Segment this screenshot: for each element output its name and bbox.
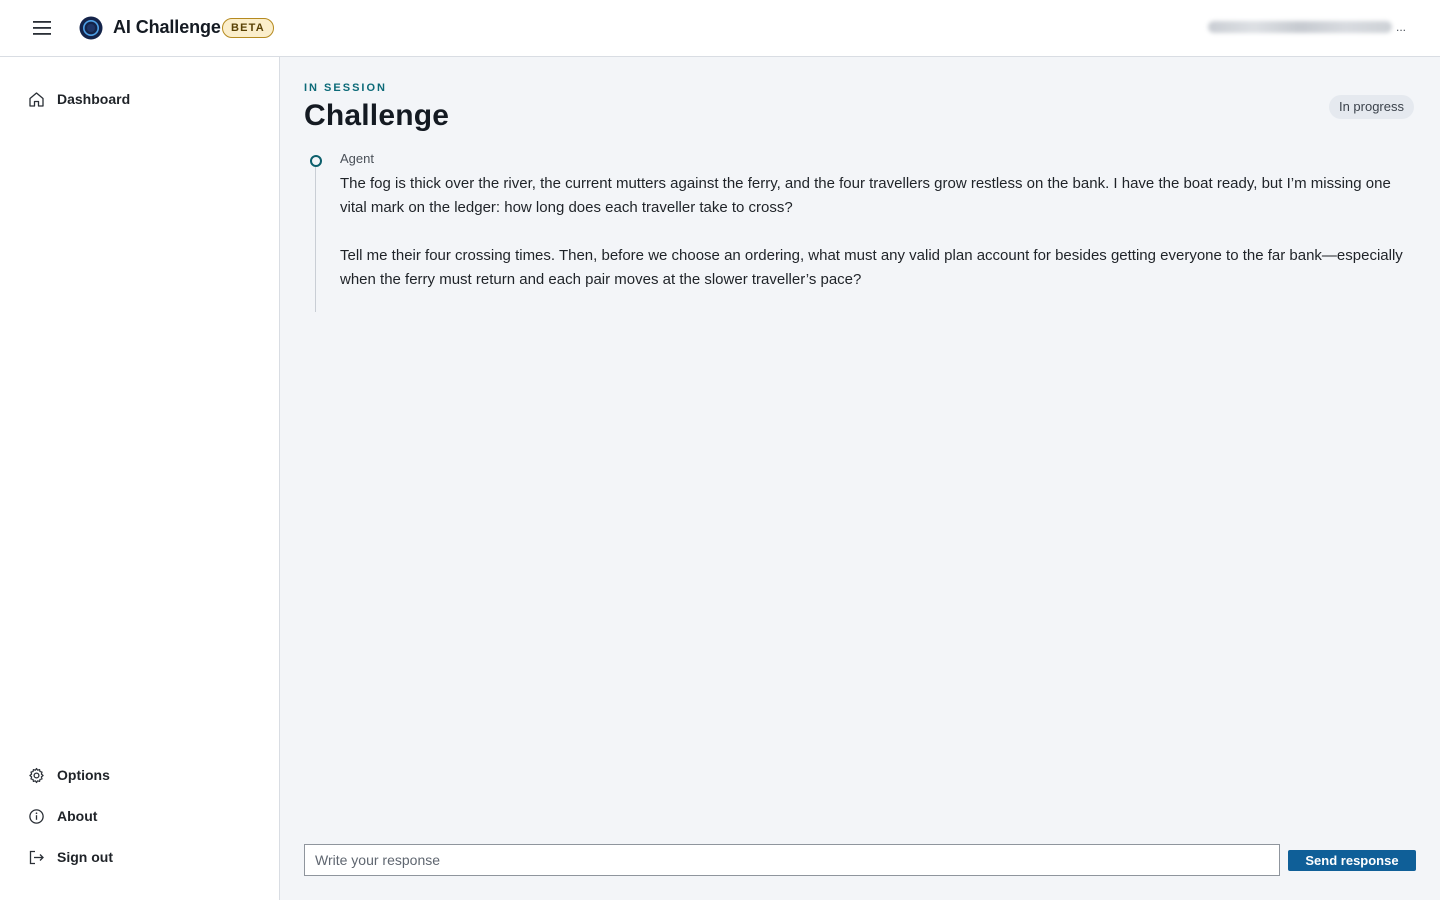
main-content: IN SESSION Challenge In progress Agent T… [280, 57, 1440, 900]
sidebar-item-about[interactable]: About [28, 804, 97, 828]
user-overflow-ellipsis: ... [1396, 20, 1407, 34]
message-author: Agent [340, 151, 374, 166]
info-icon [28, 808, 45, 825]
brand-name[interactable]: AI Challenge [113, 17, 221, 38]
sidebar-item-sign-out[interactable]: Sign out [28, 845, 113, 869]
message-body: The fog is thick over the river, the cur… [340, 172, 1415, 316]
sidebar-item-label: About [57, 808, 98, 824]
beta-badge: BETA [222, 18, 274, 38]
status-badge: In progress [1328, 95, 1414, 119]
sidebar-item-options[interactable]: Options [28, 763, 110, 787]
message-paragraph: Tell me their four crossing times. Then,… [340, 247, 1403, 288]
redacted-user-name [1208, 21, 1392, 33]
hamburger-menu-button[interactable] [28, 17, 56, 39]
sidebar: Dashboard Options About Sign out [0, 57, 280, 900]
timeline-line [315, 167, 316, 312]
sidebar-item-label: Dashboard [57, 91, 131, 107]
sidebar-item-label: Sign out [57, 849, 113, 865]
sidebar-item-label: Options [57, 767, 110, 783]
user-account-menu[interactable]: ... [1208, 20, 1408, 34]
brand-logo-icon [79, 16, 103, 40]
menu-icon [33, 21, 51, 35]
send-response-button[interactable]: Send response [1288, 850, 1416, 871]
page-title: Challenge [304, 99, 450, 132]
gear-icon [28, 767, 45, 784]
timeline-dot-icon [310, 155, 322, 167]
message-paragraph: The fog is thick over the river, the cur… [340, 175, 1391, 216]
session-eyebrow: IN SESSION [304, 82, 387, 94]
top-header: AI Challenge BETA ... [0, 0, 1440, 57]
sign-out-icon [28, 849, 45, 866]
response-input[interactable] [304, 844, 1280, 876]
sidebar-item-dashboard[interactable]: Dashboard [28, 87, 130, 111]
home-icon [28, 91, 45, 108]
